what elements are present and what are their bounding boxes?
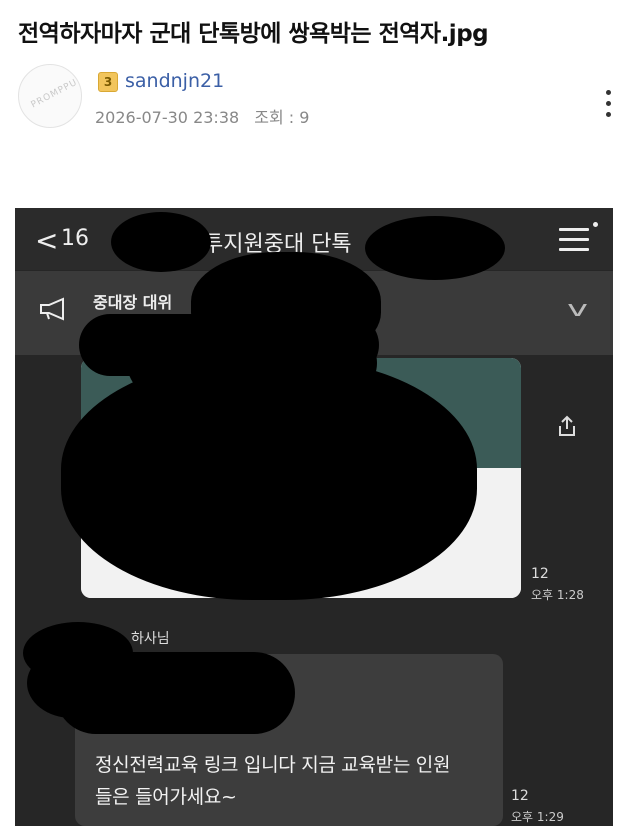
- author-name[interactable]: sandnjn21: [125, 70, 224, 92]
- avatar-watermark: PROMPPU: [29, 77, 80, 111]
- level-badge-icon: 3: [98, 72, 118, 92]
- more-menu-icon[interactable]: [598, 90, 618, 124]
- message-line: 정신전력교육 링크 입니다 지금 교육받는 인원: [95, 754, 451, 776]
- avatar[interactable]: PROMPPU: [18, 64, 82, 128]
- notice-text: 중대장 대위: [93, 293, 173, 312]
- message-time: 오후 1:29: [511, 810, 564, 824]
- back-chevron-icon[interactable]: <: [35, 224, 58, 257]
- share-icon[interactable]: [555, 414, 579, 438]
- post-title: 전역하자마자 군대 단톡방에 쌍욕박는 전역자.jpg: [18, 21, 489, 47]
- new-indicator-dot: [593, 222, 598, 227]
- chat-screenshot: < 16 투지원중대 단톡 중대장 대위 v 12 오후 1:28 하사님 정신…: [15, 208, 613, 826]
- read-count: 12: [511, 788, 529, 804]
- chevron-down-icon[interactable]: v: [567, 297, 588, 322]
- redaction-mark: [111, 212, 211, 272]
- read-count: 12: [531, 566, 549, 582]
- message-line: 들은 들어가세요~: [95, 786, 237, 808]
- redaction-mark: [55, 652, 295, 734]
- redaction-mark: [61, 358, 477, 600]
- post-date: 2026-07-30 23:38: [95, 108, 240, 127]
- megaphone-icon: [40, 297, 64, 321]
- message-time: 오후 1:28: [531, 588, 584, 602]
- redaction-mark: [365, 216, 505, 280]
- hamburger-menu-icon[interactable]: [559, 228, 589, 252]
- view-count: 조회 : 9: [254, 108, 310, 127]
- unread-count: 16: [61, 226, 89, 251]
- post-meta: 2026-07-30 23:38 조회 : 9: [95, 104, 319, 128]
- sender-name: 하사님: [131, 631, 170, 647]
